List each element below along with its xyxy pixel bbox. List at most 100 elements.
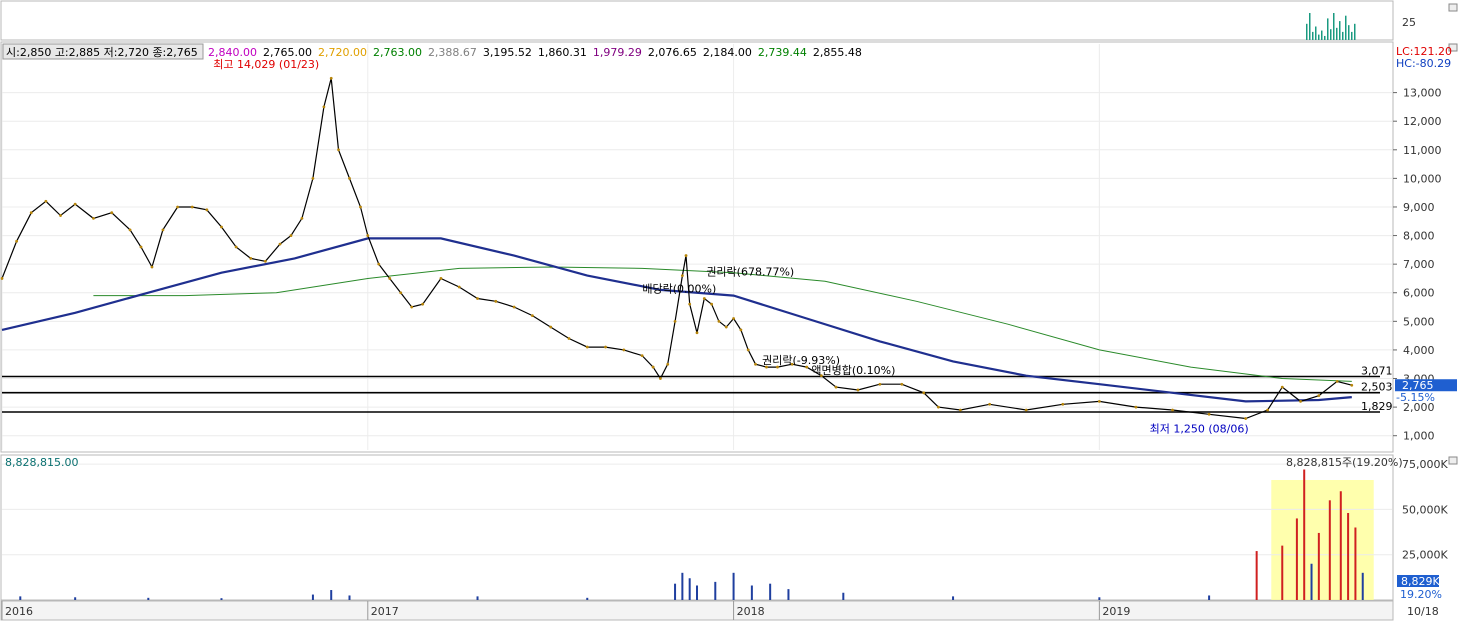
price-tick-label: 12,000: [1403, 115, 1442, 128]
price-point: [512, 305, 516, 309]
stock-chart: 25 1,0002,0003,0004,0005,0006,0007,0008,…: [0, 0, 1459, 621]
price-point: [673, 319, 677, 323]
volume-tick-label: 50,000K: [1402, 503, 1448, 516]
price-point: [0, 277, 4, 280]
top-panel-collapse-button[interactable]: [1448, 3, 1458, 12]
price-point: [1350, 383, 1354, 387]
price-point: [1266, 408, 1270, 412]
volume-bar: [732, 572, 735, 600]
ma-value: 2,076.65: [648, 46, 697, 59]
price-point: [410, 305, 414, 309]
volume-bar: [1347, 513, 1350, 600]
volume-bar: [1317, 532, 1320, 600]
price-point: [1244, 417, 1248, 420]
volume-bar: [1328, 500, 1331, 600]
volume-bar: [1098, 597, 1101, 600]
price-tick-label: 8,000: [1403, 230, 1435, 243]
price-point: [29, 211, 33, 215]
price-point: [666, 362, 670, 366]
top-panel-bar: [1330, 29, 1332, 40]
price-point: [688, 302, 692, 306]
price-point: [366, 234, 370, 237]
top-panel-tick-label: 25: [1402, 16, 1416, 29]
volume-tick-label: 75,000K: [1402, 458, 1448, 471]
volume-bar: [1310, 563, 1313, 600]
price-point: [530, 314, 534, 318]
price-point: [1299, 399, 1302, 403]
top-panel-bar: [1348, 25, 1350, 40]
volume-bar: [220, 598, 223, 600]
top-panel-frame: [0, 0, 1394, 41]
price-point: [937, 405, 940, 409]
price-point: [161, 228, 165, 232]
price-point: [494, 299, 498, 303]
volume-bar: [681, 572, 684, 600]
x-tick-label: 2018: [737, 605, 765, 618]
price-point: [622, 348, 626, 352]
price-point: [92, 217, 95, 220]
price-point: [73, 202, 77, 206]
volume-bar: [19, 596, 22, 600]
price-point: [249, 257, 253, 260]
volume-panel-collapse-button[interactable]: [1448, 456, 1458, 465]
price-point: [922, 391, 926, 395]
top-panel-bar: [1306, 23, 1308, 40]
price-point: [958, 408, 962, 412]
ma-value: 2,763.00: [373, 46, 422, 59]
price-panel: 1,0002,0003,0004,0005,0006,0007,0008,000…: [0, 41, 1458, 453]
price-point: [1061, 402, 1065, 406]
volume-highlight-box: [1271, 480, 1374, 600]
price-point: [754, 362, 757, 366]
current-volume-tag-text: 8,829K: [1401, 575, 1440, 588]
x-tick-label: 2016: [5, 605, 33, 618]
price-point: [476, 297, 479, 300]
change-tag: -5.15%: [1396, 391, 1435, 404]
price-tick-label: 10,000: [1403, 172, 1442, 185]
top-panel-bar: [1309, 13, 1311, 40]
price-tick-label: 9,000: [1403, 201, 1435, 214]
ma-value: 2,739.44: [758, 46, 807, 59]
price-point: [1024, 408, 1028, 412]
price-point: [399, 291, 403, 295]
price-point: [717, 319, 721, 323]
price-point: [988, 402, 992, 406]
horizontal-level-label: 2,503: [1361, 381, 1393, 394]
top-panel-bar: [1315, 26, 1317, 40]
volume-bar: [750, 585, 753, 600]
price-point: [289, 234, 293, 237]
price-point: [337, 148, 340, 152]
x-tick-label: 2017: [371, 605, 399, 618]
price-point: [746, 348, 750, 352]
price-point: [567, 337, 571, 340]
top-panel-bar: [1327, 18, 1329, 40]
volume-bar: [674, 583, 677, 600]
price-point: [329, 76, 333, 80]
price-point: [278, 242, 282, 246]
price-point: [1317, 394, 1321, 398]
ma-value: 2,855.48: [813, 46, 862, 59]
price-point: [1171, 408, 1174, 412]
price-point: [457, 285, 461, 289]
price-annotation: 배당락(0.00%): [642, 283, 716, 296]
volume-bar: [714, 581, 717, 600]
price-point: [59, 214, 62, 217]
price-point: [205, 208, 209, 212]
price-point: [377, 262, 381, 266]
volume-bar: [147, 597, 150, 600]
price-point: [651, 365, 655, 369]
price-point: [732, 317, 735, 320]
top-panel-bar: [1339, 21, 1341, 40]
price-point: [1280, 385, 1284, 389]
x-axis-last-date: 10/18: [1407, 605, 1439, 618]
price-point: [421, 302, 425, 306]
price-panel-frame: [0, 41, 1394, 453]
top-panel-bar: [1342, 31, 1344, 40]
top-panel-bar: [1324, 35, 1326, 40]
volume-bar: [787, 589, 790, 600]
price-point: [856, 388, 860, 392]
top-panel-bar: [1336, 27, 1338, 40]
price-tick-label: 6,000: [1403, 287, 1435, 300]
ma-value: 1,979.29: [593, 46, 642, 59]
price-point: [348, 176, 351, 180]
price-point: [15, 239, 19, 243]
